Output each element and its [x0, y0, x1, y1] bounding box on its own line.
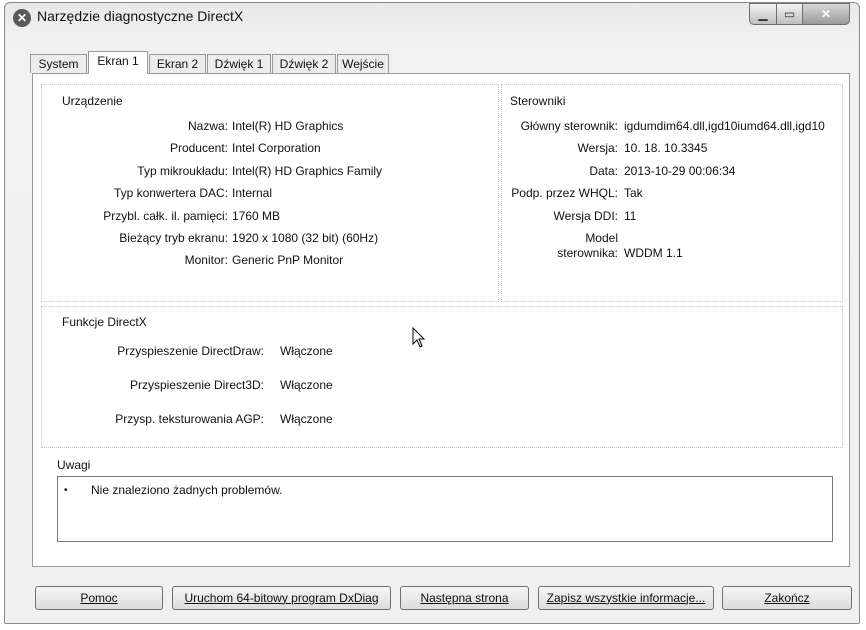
device-name-value: Intel(R) HD Graphics [232, 119, 344, 133]
agp-label: Przysp. teksturowania AGP: [115, 412, 264, 426]
directx-features-group: Funkcje DirectX Przyspieszenie DirectDra… [41, 306, 843, 448]
tab-ekran-1[interactable]: Ekran 1 [88, 51, 148, 74]
main-driver-label: Główny sterownik: [520, 119, 618, 133]
driver-model-value: WDDM 1.1 [624, 246, 683, 260]
save-all-info-button[interactable]: Zapisz wszystkie informacje... [538, 586, 714, 610]
run-64bit-dxdiag-button[interactable]: Uruchom 64-bitowy program DxDiag [172, 586, 391, 610]
direct3d-value: Włączone [280, 378, 333, 392]
chip-type-value: Intel(R) HD Graphics Family [232, 164, 383, 178]
close-button[interactable]: ✕ [802, 3, 850, 25]
tab-system[interactable]: System [30, 54, 87, 73]
directdraw-value: Włączone [280, 344, 333, 358]
whql-label: Podp. przez WHQL: [511, 186, 618, 200]
drivers-group-title: Sterowniki [510, 94, 566, 108]
directdraw-label: Przyspieszenie DirectDraw: [117, 344, 264, 358]
chip-type-label: Typ mikroukładu: [137, 164, 228, 178]
tab-dzwiek-2[interactable]: Dźwięk 2 [272, 54, 336, 73]
next-page-button[interactable]: Następna strona [400, 586, 529, 610]
driver-date-label: Data: [589, 164, 618, 178]
directx-features-title: Funkcje DirectX [62, 315, 147, 329]
title-bar[interactable]: ✕ Narzędzie diagnostyczne DirectX ▁ ▭ ✕ [5, 3, 859, 37]
tab-panel-ekran-1: Urządzenie Nazwa: Intel(R) HD Graphics P… [32, 73, 850, 567]
exit-button[interactable]: Zakończ [722, 586, 852, 610]
dac-type-label: Typ konwertera DAC: [113, 186, 228, 200]
driver-model-label-line1: Model [585, 231, 618, 245]
device-group-title: Urządzenie [62, 94, 123, 108]
tab-dzwiek-1[interactable]: Dźwięk 1 [207, 54, 271, 73]
tab-ekran-2[interactable]: Ekran 2 [149, 54, 206, 73]
device-manufacturer-label: Producent: [169, 141, 228, 155]
device-manufacturer-value: Intel Corporation [232, 141, 321, 155]
main-driver-value: igdumdim64.dll,igd10iumd64.dll,igd10 [624, 119, 825, 133]
notes-box[interactable]: • Nie znaleziono żadnych problemów. [57, 476, 833, 542]
ddi-version-value: 11 [624, 209, 637, 223]
total-memory-label: Przybl. całk. il. pamięci: [103, 209, 228, 223]
agp-value: Włączone [280, 412, 333, 426]
help-button[interactable]: Pomoc [35, 586, 163, 610]
display-mode-value: 1920 x 1080 (32 bit) (60Hz) [232, 231, 379, 245]
notes-item: Nie znaleziono żadnych problemów. [91, 483, 283, 497]
mouse-pointer-icon [412, 327, 426, 348]
monitor-label: Monitor: [184, 253, 228, 267]
window-title: Narzędzie diagnostyczne DirectX [37, 8, 244, 24]
device-name-label: Nazwa: [187, 119, 228, 133]
notes-title: Uwagi [57, 458, 91, 472]
minimize-button[interactable]: ▁ [749, 3, 777, 25]
ddi-version-label: Wersja DDI: [553, 209, 618, 223]
monitor-value: Generic PnP Monitor [232, 253, 344, 267]
total-memory-value: 1760 MB [232, 209, 281, 223]
bullet-icon: • [64, 485, 68, 496]
driver-model-label-line2: sterownika: [557, 246, 618, 260]
driver-version-label: Wersja: [577, 141, 618, 155]
whql-value: Tak [624, 186, 643, 200]
tab-wejscie[interactable]: Wejście [337, 54, 389, 73]
maximize-button[interactable]: ▭ [776, 3, 803, 25]
drivers-group: Sterowniki Główny sterownik: igdumdim64.… [501, 84, 843, 302]
dac-type-value: Internal [232, 186, 273, 200]
display-mode-label: Bieżący tryb ekranu: [119, 231, 228, 245]
device-group: Urządzenie Nazwa: Intel(R) HD Graphics P… [41, 84, 499, 302]
driver-date-value: 2013-10-29 00:06:34 [624, 164, 736, 178]
driver-version-value: 10. 18. 10.3345 [624, 141, 708, 155]
direct3d-label: Przyspieszenie Direct3D: [129, 378, 264, 392]
dxdiag-app-icon: ✕ [13, 9, 31, 27]
